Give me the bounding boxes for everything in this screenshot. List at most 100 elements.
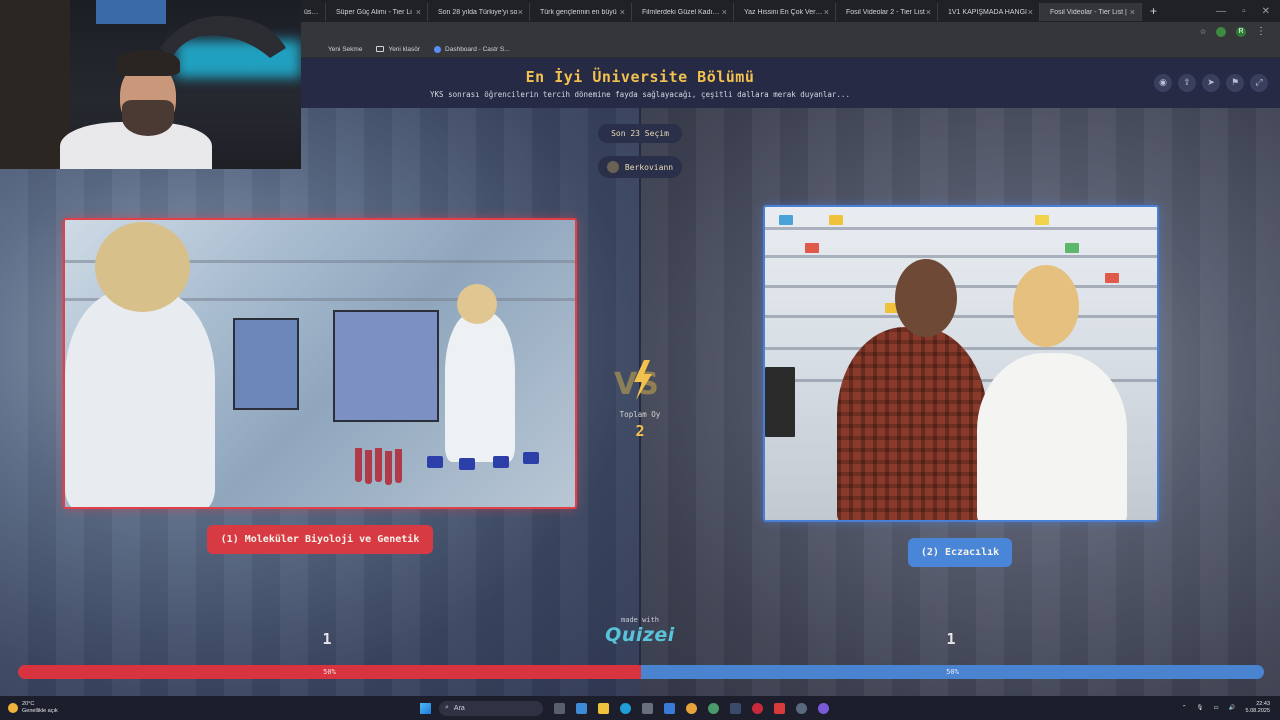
profile-avatar[interactable]: R: [1236, 26, 1246, 37]
cam-person-hair: [116, 50, 180, 76]
taskbar-search[interactable]: ⌕ Ara: [439, 700, 543, 716]
weather-desc: Genellikle açık: [22, 708, 58, 714]
extension-icon[interactable]: [1216, 26, 1226, 37]
test-tube: [365, 450, 372, 484]
eye-icon[interactable]: ◉: [1154, 74, 1172, 92]
bookmark-star-icon[interactable]: ☆: [1200, 26, 1206, 37]
bookmark-item[interactable]: Yeni Sekme: [328, 46, 362, 53]
last-choices-label: Son 23 Seçim: [611, 129, 669, 138]
browser-tab[interactable]: Türk gençlerinin en büyü ×: [530, 3, 632, 21]
file-explorer-icon[interactable]: [598, 702, 609, 714]
close-icon[interactable]: ×: [518, 7, 523, 17]
close-icon[interactable]: ×: [824, 7, 829, 17]
close-icon[interactable]: ×: [926, 7, 931, 17]
bookmark-label: Yeni Sekme: [328, 45, 363, 53]
browser-tab-active[interactable]: Fosil Videolar - Tier List | ×: [1040, 3, 1142, 21]
right-vote-count: 1: [946, 630, 956, 648]
pharmacist-figure: [977, 353, 1127, 520]
network-icon[interactable]: ▭: [1213, 705, 1218, 711]
pharmacy-shelf: [765, 255, 1157, 258]
svg-text:VS: VS: [614, 367, 659, 402]
send-icon[interactable]: ➤: [1202, 74, 1220, 92]
browser-tab[interactable]: Filmlerdeki Güzel Kadınlar ×: [632, 3, 734, 21]
steam-icon[interactable]: [730, 702, 741, 714]
mail-icon[interactable]: [664, 702, 675, 714]
test-tube: [385, 451, 392, 485]
close-icon[interactable]: ×: [1028, 7, 1033, 17]
dashboard-icon: [434, 45, 442, 53]
browser-tab[interactable]: Fosil Videolar 2 - Tier List ×: [836, 3, 938, 21]
weather-temp: 20°C: [22, 701, 35, 707]
tab-title: Filmlerdeki Güzel Kadınlar: [642, 8, 722, 16]
bookmark-folder[interactable]: Yeni klasör: [376, 46, 420, 53]
clock[interactable]: 22:43 5.08.2025: [1246, 701, 1270, 715]
whatsapp-icon[interactable]: [708, 702, 719, 714]
minimize-icon[interactable]: —: [1216, 6, 1226, 17]
tab-title: Süper Güç Alimı - Tier Li: [336, 8, 412, 16]
pharmacy-shelf: [765, 227, 1157, 230]
volume-icon[interactable]: 🔊: [1229, 705, 1236, 711]
maximize-icon[interactable]: ▫: [1242, 6, 1246, 17]
folder-icon: [376, 46, 385, 52]
tab-title: Fosil Videolar 2 - Tier List: [846, 8, 925, 16]
close-icon[interactable]: ×: [620, 7, 625, 17]
app-icon[interactable]: [796, 702, 807, 714]
windows-start-icon[interactable]: [420, 702, 431, 714]
medicine-box: [1035, 215, 1049, 225]
clock-date: 5.08.2025: [1245, 708, 1270, 714]
edge-icon[interactable]: [620, 702, 631, 714]
webcam-overlay: [0, 0, 301, 169]
browser-tab[interactable]: Son 28 yılda Türkiye'yi so ×: [428, 3, 530, 21]
new-tab-button[interactable]: +: [1142, 4, 1165, 18]
close-icon[interactable]: ×: [1130, 7, 1135, 17]
last-choices-badge[interactable]: Son 23 Seçim: [598, 124, 682, 143]
test-tube: [355, 448, 362, 482]
browser-tab[interactable]: Yaz Hissini En Çok Veren Ş ×: [734, 3, 836, 21]
option-left-button[interactable]: (1) Moleküler Biyoloji ve Genetik: [207, 525, 433, 554]
option-card-left[interactable]: [63, 218, 577, 509]
bottle-cap: [523, 452, 539, 464]
payment-terminal: [765, 367, 795, 437]
customer-figure: [837, 327, 987, 520]
task-view-icon[interactable]: [554, 702, 565, 714]
app-icon[interactable]: [774, 702, 785, 714]
scientist-hair: [457, 284, 497, 324]
option-card-right[interactable]: [763, 205, 1159, 522]
bottle-cap: [459, 458, 475, 470]
username: Berkoviann: [624, 162, 674, 172]
store-icon[interactable]: [642, 702, 653, 714]
close-icon[interactable]: ×: [722, 7, 727, 17]
browser-tab[interactable]: Süper Güç Alimı - Tier Li ×: [326, 3, 428, 21]
close-icon[interactable]: ×: [416, 7, 421, 17]
tab-title: 1V1 KAPIŞMADA HANGİ: [948, 8, 1027, 16]
share-icon[interactable]: ⇪: [1178, 74, 1196, 92]
medicine-box: [1105, 273, 1119, 283]
left-vote-count: 1: [322, 630, 332, 648]
bottle-cap: [427, 456, 443, 468]
widgets-icon[interactable]: [576, 702, 587, 714]
chrome-icon[interactable]: [686, 702, 697, 714]
bookmark-item[interactable]: Dashboard - Castr S...: [434, 45, 510, 53]
close-window-icon[interactable]: ✕: [1262, 6, 1270, 17]
avatar: [606, 161, 619, 173]
cam-person-beard: [122, 100, 174, 136]
total-votes-value: 2: [635, 422, 645, 440]
browser-tab[interactable]: 1V1 KAPIŞMADA HANGİ ×: [938, 3, 1040, 21]
right-percent: 50%: [946, 668, 959, 676]
fullscreen-icon[interactable]: ⤢: [1250, 74, 1268, 92]
chevron-up-icon[interactable]: ⌃: [1182, 705, 1187, 711]
bottle-cap: [493, 456, 509, 468]
obs-icon[interactable]: [752, 702, 763, 714]
medicine-box: [829, 215, 843, 225]
brand-logo[interactable]: Quizei: [600, 624, 680, 646]
option-right-button[interactable]: (2) Eczacılık: [908, 538, 1012, 567]
scientist-figure: [445, 312, 515, 462]
browser-tab[interactable]: üsmlü: [300, 3, 326, 21]
tab-title: Son 28 yılda Türkiye'yi so: [438, 8, 518, 16]
search-icon: ⌕: [445, 704, 449, 711]
microphone-icon[interactable]: 🎙: [1196, 705, 1203, 711]
discord-icon[interactable]: [818, 702, 829, 714]
menu-icon[interactable]: ⋮: [1256, 26, 1266, 37]
flag-icon[interactable]: ⚑: [1226, 74, 1244, 92]
weather-widget[interactable]: 20°C Genellikle açık: [0, 701, 420, 715]
